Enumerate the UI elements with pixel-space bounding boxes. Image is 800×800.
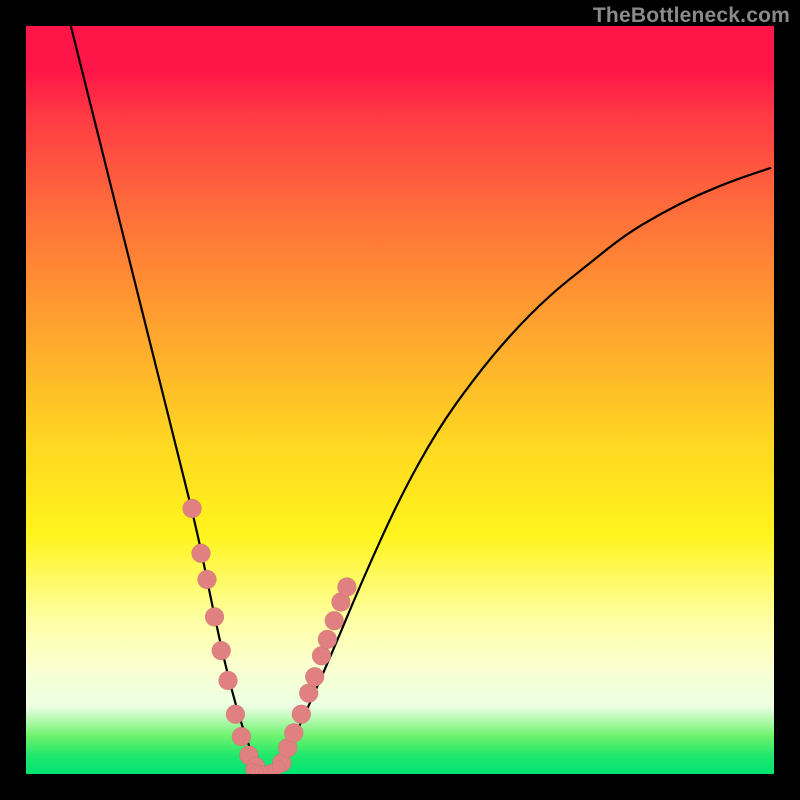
highlight-dot: [325, 611, 344, 630]
highlight-dot: [212, 641, 231, 660]
highlight-dot: [337, 578, 356, 597]
watermark-label: TheBottleneck.com: [593, 4, 790, 28]
highlight-dot: [183, 499, 202, 518]
highlight-dot: [198, 570, 217, 589]
highlight-dots-left: [183, 499, 266, 774]
highlight-dot: [299, 684, 318, 703]
highlight-dot: [205, 607, 224, 626]
highlight-dot: [312, 646, 331, 665]
highlight-dot: [192, 544, 211, 563]
highlight-dot: [305, 667, 324, 686]
highlight-dots-right: [272, 578, 356, 773]
highlight-dot: [284, 723, 303, 742]
highlight-dot: [292, 705, 311, 724]
chart-area: [26, 26, 774, 774]
highlight-dots-bottom: [245, 761, 285, 774]
highlight-dot: [219, 671, 238, 690]
highlight-dot: [232, 727, 251, 746]
bottleneck-curve: [63, 26, 770, 770]
bottleneck-plot: [26, 26, 774, 774]
highlight-dot: [272, 761, 285, 774]
highlight-dot: [226, 705, 245, 724]
highlight-dot: [318, 630, 337, 649]
